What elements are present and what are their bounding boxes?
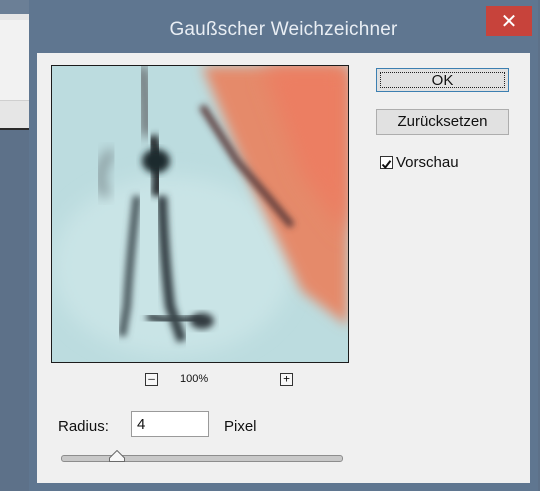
dialog-titlebar[interactable]: Gaußscher Weichzeichner ✕ (29, 0, 538, 53)
checkmark-icon (381, 160, 392, 170)
slider-thumb-icon[interactable] (109, 450, 126, 462)
radius-slider-track[interactable] (61, 455, 343, 462)
dialog-client-area: – 100% + Radius: Pixel OK Zurücksetzen V… (37, 53, 530, 483)
zoom-in-icon: + (283, 372, 290, 385)
ok-button-label: OK (380, 72, 505, 89)
close-icon: ✕ (500, 10, 518, 33)
close-button[interactable]: ✕ (486, 6, 532, 36)
zoom-out-button[interactable]: – (145, 373, 158, 386)
radius-input[interactable] (131, 411, 209, 437)
preview-checkbox[interactable] (380, 156, 393, 170)
blur-preview-image[interactable] (51, 65, 349, 363)
preview-checkbox-label: Vorschau (396, 154, 459, 171)
radius-unit-label: Pixel (224, 418, 257, 435)
radius-label: Radius: (58, 418, 109, 435)
zoom-out-icon: – (148, 372, 155, 385)
dialog-title: Gaußscher Weichzeichner (169, 19, 398, 40)
preview-image-graphic (52, 66, 348, 362)
zoom-controls: – 100% + (37, 371, 361, 389)
gaussian-blur-dialog: Gaußscher Weichzeichner ✕ – 100% + Radiu… (29, 0, 538, 491)
zoom-in-button[interactable]: + (280, 373, 293, 386)
zoom-level: 100% (180, 373, 209, 385)
ok-button[interactable]: OK (376, 68, 509, 92)
reset-button[interactable]: Zurücksetzen (376, 109, 509, 135)
